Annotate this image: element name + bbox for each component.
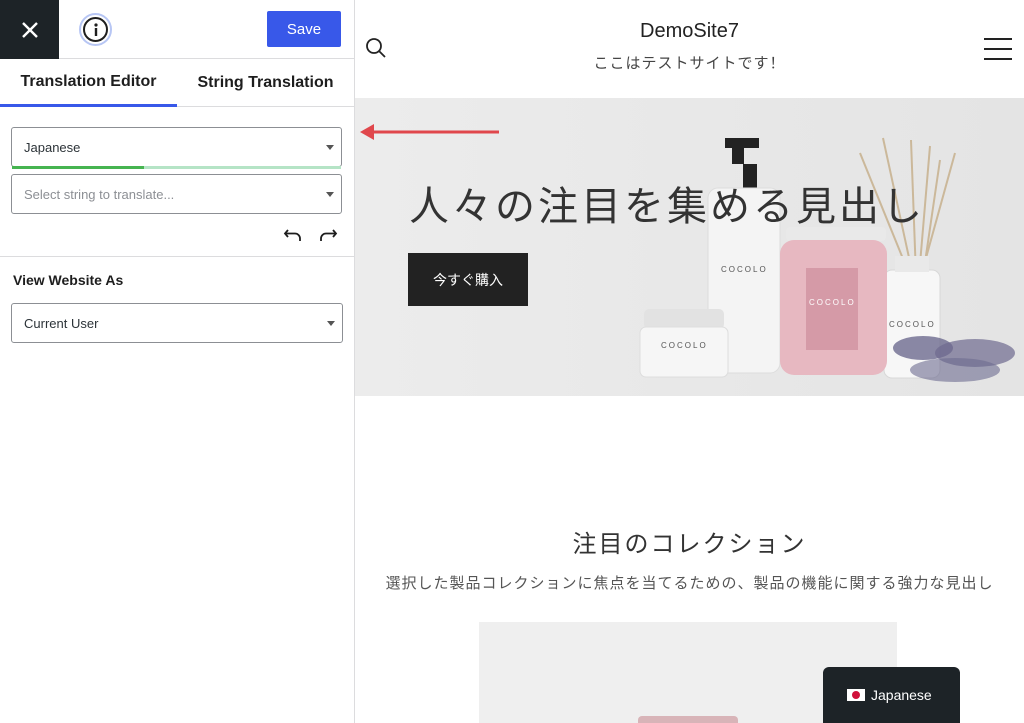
language-select-value: Japanese (24, 139, 81, 155)
string-select-placeholder: Select string to translate... (24, 186, 175, 202)
hero-heading: 人々の注目を集める見出し (409, 185, 925, 229)
info-icon (83, 17, 108, 42)
translation-progress-bar (12, 166, 341, 169)
editor-topbar: Save (0, 0, 354, 59)
view-as-select-value: Current User (24, 315, 99, 331)
annotation-arrow (360, 124, 499, 140)
site-title[interactable]: DemoSite7 (355, 20, 1024, 43)
collection-title: 注目のコレクション (572, 531, 807, 558)
redo-icon (320, 229, 338, 241)
product-thumbnail (638, 716, 738, 723)
close-icon (21, 21, 38, 38)
view-website-as-label: View Website As (13, 272, 124, 288)
language-switcher[interactable]: Japanese (823, 667, 960, 723)
editor-tabs: Translation Editor String Translation (0, 59, 354, 107)
undo-icon (283, 229, 301, 241)
website-preview: DemoSite7 ここはテストサイトです！ COCOLO COCOLO COC… (355, 0, 1024, 723)
chevron-down-icon (327, 321, 335, 326)
product-label: COCOLO (661, 341, 708, 350)
product-label: COCOLO (809, 298, 856, 307)
product-label: COCOLO (721, 265, 768, 274)
collection-description: 選択した製品コレクションに焦点を当てるための、製品の機能に関する強力な見出し (385, 575, 994, 592)
japan-flag-icon (847, 689, 865, 701)
close-editor-button[interactable] (0, 0, 59, 59)
language-switcher-label: Japanese (871, 687, 932, 703)
tab-translation-editor[interactable]: Translation Editor (0, 59, 177, 107)
tab-string-translation[interactable]: String Translation (177, 59, 354, 107)
string-select[interactable]: Select string to translate... (11, 174, 342, 214)
info-button[interactable] (79, 13, 112, 46)
translation-progress-fill (12, 166, 144, 169)
view-as-select[interactable]: Current User (11, 303, 343, 343)
save-button[interactable]: Save (267, 11, 341, 47)
hamburger-menu-icon[interactable] (984, 38, 1012, 60)
shop-now-button[interactable]: 今すぐ購入 (408, 253, 528, 306)
section-divider (0, 256, 354, 257)
product-label: COCOLO (889, 320, 936, 329)
site-header: DemoSite7 ここはテストサイトです！ (355, 0, 1024, 98)
translation-editor-sidebar: Save Translation Editor String Translati… (0, 0, 355, 723)
chevron-down-icon (326, 145, 334, 150)
chevron-down-icon (326, 192, 334, 197)
language-select[interactable]: Japanese (11, 127, 342, 167)
site-tagline: ここはテストサイトです！ (593, 55, 786, 72)
undo-button[interactable] (281, 222, 305, 248)
redo-button[interactable] (316, 222, 340, 248)
